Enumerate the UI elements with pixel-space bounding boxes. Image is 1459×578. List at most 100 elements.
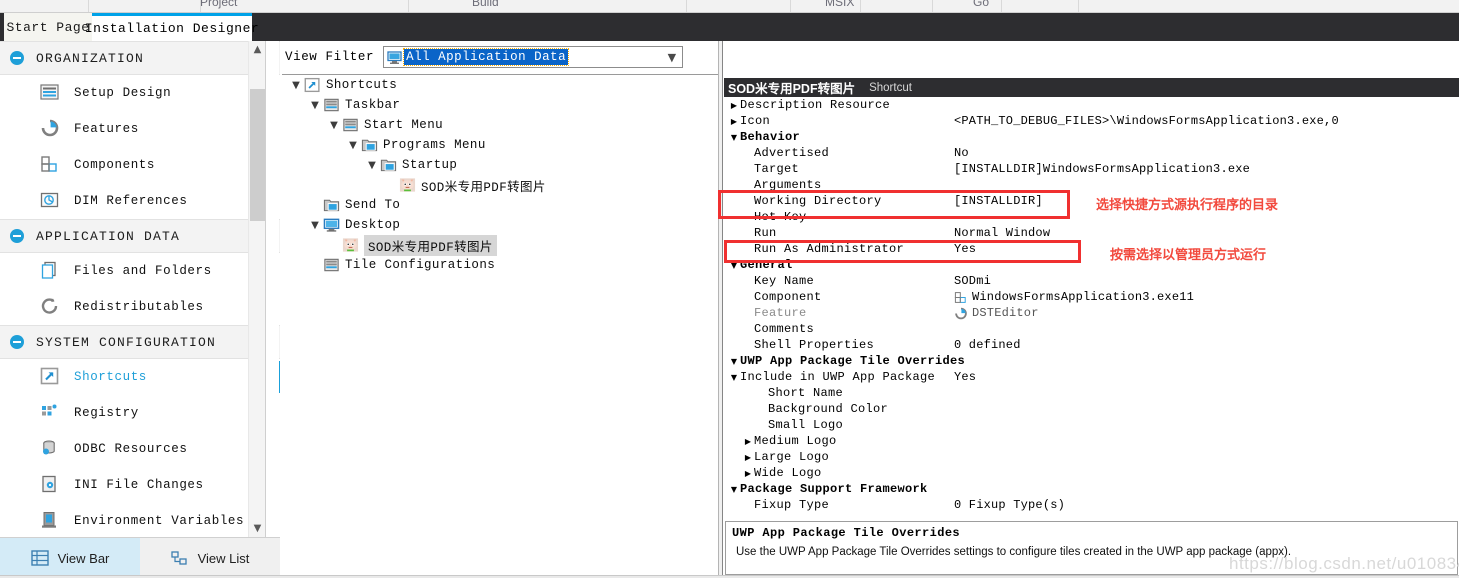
tree-node[interactable]: ▼ Taskbar: [282, 95, 718, 115]
property-row[interactable]: Working Directory [INSTALLDIR]: [724, 193, 1459, 209]
sidebar-item-ini-file-changes[interactable]: INI File Changes: [0, 467, 280, 503]
sidebar-item-redistributables[interactable]: Redistributables: [0, 289, 280, 325]
view-filter-combobox[interactable]: All Application Data ▼: [383, 46, 684, 68]
property-row[interactable]: ▶ Medium Logo: [724, 433, 1459, 449]
property-value[interactable]: Yes: [954, 242, 976, 256]
view-bar-button[interactable]: View Bar: [0, 538, 140, 578]
tab-start-page[interactable]: Start Page: [4, 13, 92, 41]
chevron-right-icon[interactable]: ▶: [728, 101, 740, 110]
sidebar-item-odbc-resources[interactable]: ODBC Resources: [0, 431, 280, 467]
tree-node[interactable]: Tile Configurations: [282, 255, 718, 275]
tile-config-icon: [323, 257, 340, 273]
property-name: Component: [754, 290, 822, 304]
tree-node[interactable]: ▼ Start Menu: [282, 115, 718, 135]
chevron-right-icon[interactable]: ▶: [728, 117, 740, 126]
tree-node[interactable]: Send To: [282, 195, 718, 215]
property-row[interactable]: ▼ Package Support Framework: [724, 481, 1459, 497]
sidebar-scrollbar[interactable]: ▲ ▼: [248, 41, 265, 537]
sidebar-group-application-data[interactable]: APPLICATION DATA: [0, 219, 280, 253]
property-value[interactable]: [INSTALLDIR]WindowsFormsApplication3.exe: [954, 162, 1250, 176]
tree-node[interactable]: SOD米专用PDF转图片: [282, 175, 718, 195]
property-row[interactable]: ▶ Icon <PATH_TO_DEBUG_FILES>\WindowsFormsA…: [724, 113, 1459, 129]
chevron-down-icon[interactable]: ▼: [728, 261, 740, 270]
scroll-down-icon[interactable]: ▼: [249, 520, 266, 537]
chevron-down-icon[interactable]: ▼: [668, 51, 676, 64]
chevron-down-icon[interactable]: ▼: [307, 220, 323, 231]
property-row[interactable]: ▼ Behavior: [724, 129, 1459, 145]
chevron-right-icon[interactable]: ▶: [742, 453, 754, 462]
property-value[interactable]: 0 Fixup Type(s): [954, 498, 1065, 512]
scroll-up-icon[interactable]: ▲: [249, 41, 266, 58]
property-row[interactable]: Background Color: [724, 401, 1459, 417]
property-row[interactable]: ▼ UWP App Package Tile Overrides: [724, 353, 1459, 369]
tree-node[interactable]: ▼ Shortcuts: [282, 75, 718, 95]
chevron-down-icon[interactable]: ▼: [728, 133, 740, 142]
property-row[interactable]: Feature DSTEditor: [724, 305, 1459, 321]
collapse-minus-icon[interactable]: [10, 229, 24, 243]
chevron-down-icon[interactable]: ▼: [345, 140, 361, 151]
chevron-down-icon[interactable]: ▼: [728, 485, 740, 494]
menu-item-go[interactable]: Go: [973, 0, 989, 9]
sidebar-item-features[interactable]: Features: [0, 111, 280, 147]
menu-item-msix[interactable]: MSIX: [825, 0, 854, 9]
chevron-down-icon[interactable]: ▼: [326, 120, 342, 131]
tree-node[interactable]: ▼ Desktop: [282, 215, 718, 235]
property-row[interactable]: Target [INSTALLDIR]WindowsFormsApplicatio…: [724, 161, 1459, 177]
property-row[interactable]: ▶ Wide Logo: [724, 465, 1459, 481]
property-value[interactable]: [INSTALLDIR]: [954, 194, 1043, 208]
sidebar-scrollbar-thumb[interactable]: [250, 89, 265, 221]
property-row[interactable]: ▼ General: [724, 257, 1459, 273]
sidebar-item-components[interactable]: Components: [0, 147, 280, 183]
property-value[interactable]: DSTEditor: [954, 306, 1039, 320]
menu-item-build[interactable]: Build: [472, 0, 499, 9]
chevron-right-icon[interactable]: ▶: [742, 437, 754, 446]
chevron-down-icon[interactable]: ▼: [307, 100, 323, 111]
tree-node[interactable]: ▼ Programs Menu: [282, 135, 718, 155]
sidebar-item-label: INI File Changes: [74, 478, 204, 492]
property-row[interactable]: Run As Administrator Yes: [724, 241, 1459, 257]
property-value[interactable]: WindowsFormsApplication3.exe11: [954, 290, 1194, 304]
sidebar-item-files-and-folders[interactable]: Files and Folders: [0, 253, 280, 289]
chevron-right-icon[interactable]: ▶: [742, 469, 754, 478]
sidebar-item-setup-design[interactable]: Setup Design: [0, 75, 280, 111]
property-value[interactable]: Yes: [954, 370, 976, 384]
sidebar-item-registry[interactable]: Registry: [0, 395, 280, 431]
property-value[interactable]: Normal Window: [954, 226, 1050, 240]
chevron-down-icon[interactable]: ▼: [728, 373, 740, 382]
property-value[interactable]: SODmi: [954, 274, 991, 288]
sidebar-item-environment-variables[interactable]: Environment Variables: [0, 503, 280, 537]
chevron-down-icon[interactable]: ▼: [288, 80, 304, 91]
collapse-minus-icon[interactable]: [10, 335, 24, 349]
menu-item-project[interactable]: Project: [200, 0, 237, 9]
view-list-icon: [170, 550, 189, 566]
view-list-button[interactable]: View List: [140, 538, 280, 578]
property-value[interactable]: 0 defined: [954, 338, 1021, 352]
property-row[interactable]: Fixup Type 0 Fixup Type(s): [724, 497, 1459, 513]
property-value[interactable]: No: [954, 146, 969, 160]
property-row[interactable]: ▶ Description Resource: [724, 97, 1459, 113]
tab-installation-designer[interactable]: Installation Designer: [85, 13, 259, 41]
property-row[interactable]: ▶ Large Logo: [724, 449, 1459, 465]
property-row[interactable]: Arguments: [724, 177, 1459, 193]
chevron-down-icon[interactable]: ▼: [728, 357, 740, 366]
tree-node[interactable]: SOD米专用PDF转图片: [282, 234, 718, 256]
tree-node[interactable]: ▼ Startup: [282, 155, 718, 175]
property-row[interactable]: Advertised No: [724, 145, 1459, 161]
property-row[interactable]: Comments: [724, 321, 1459, 337]
sidebar-group-system-configuration[interactable]: SYSTEM CONFIGURATION: [0, 325, 280, 359]
sidebar-group-organization[interactable]: ORGANIZATION: [0, 41, 280, 75]
property-value[interactable]: <PATH_TO_DEBUG_FILES>\WindowsFormsApplic…: [954, 114, 1339, 128]
property-row[interactable]: Run Normal Window: [724, 225, 1459, 241]
property-row[interactable]: Short Name: [724, 385, 1459, 401]
property-row[interactable]: Key Name SODmi: [724, 273, 1459, 289]
property-row[interactable]: Hot Key: [724, 209, 1459, 225]
pane-splitter[interactable]: [718, 41, 723, 578]
property-row[interactable]: Shell Properties 0 defined: [724, 337, 1459, 353]
collapse-minus-icon[interactable]: [10, 51, 24, 65]
sidebar-item-shortcuts[interactable]: Shortcuts: [0, 359, 280, 395]
chevron-down-icon[interactable]: ▼: [364, 160, 380, 171]
property-row[interactable]: Small Logo: [724, 417, 1459, 433]
property-row[interactable]: ▼ Include in UWP App Package Yes: [724, 369, 1459, 385]
property-row[interactable]: Component WindowsFormsApplication3.exe11: [724, 289, 1459, 305]
sidebar-item-dim-references[interactable]: DIM References: [0, 183, 280, 219]
